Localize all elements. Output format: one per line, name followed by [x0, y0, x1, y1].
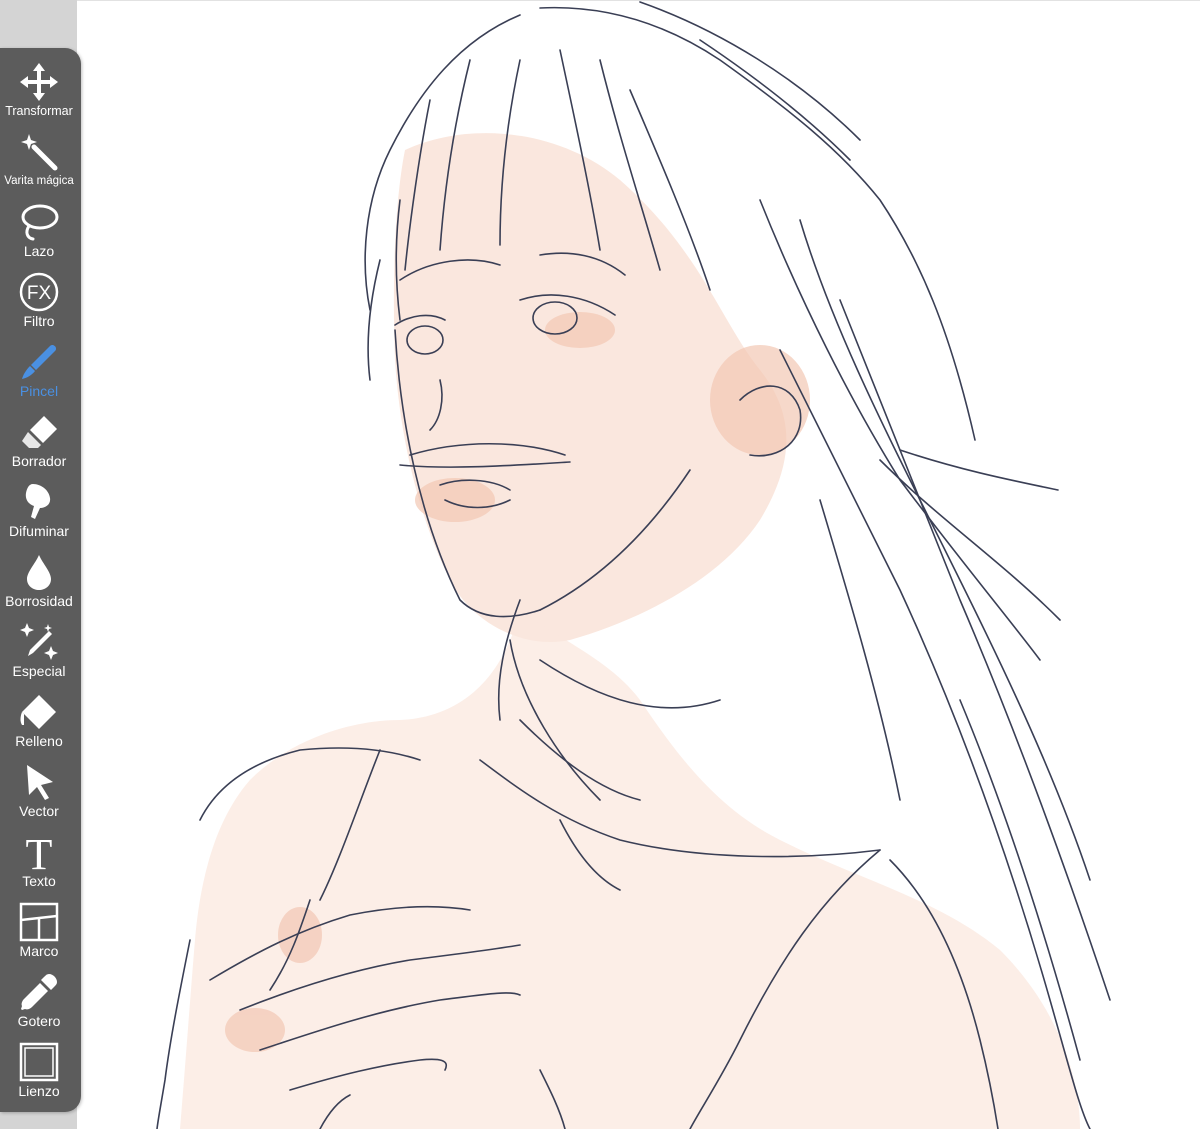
skin-color-wash	[180, 133, 1080, 1129]
artwork	[156, 1, 1111, 1129]
tool-label: Gotero	[17, 1013, 61, 1029]
eyedropper-icon	[21, 974, 57, 1010]
tool-label: Varita mágica	[4, 175, 74, 187]
tool-label: Marco	[19, 943, 59, 959]
tool-borrador[interactable]: Borrador	[0, 404, 78, 474]
tool-especial[interactable]: Especial	[0, 614, 78, 684]
tool-label: Vector	[19, 803, 59, 819]
tool-label: Pincel	[19, 383, 59, 399]
tool-pincel[interactable]: Pincel	[0, 334, 78, 404]
tool-relleno[interactable]: Relleno	[0, 684, 78, 754]
frame-divider-icon	[19, 902, 59, 942]
smudge-finger-icon	[25, 484, 51, 519]
canvas-square-icon	[19, 1042, 59, 1082]
eraser-icon	[22, 416, 57, 448]
blur-drop-icon	[27, 555, 51, 590]
tool-varita-magica[interactable]: Varita mágica	[0, 124, 78, 194]
tool-lazo[interactable]: Lazo	[0, 194, 78, 264]
svg-text:T: T	[26, 832, 53, 872]
painting-app: Transformar Varita mágica Lazo FX Filtro…	[0, 0, 1200, 1129]
tool-label: Lazo	[23, 243, 55, 259]
tool-filtro[interactable]: FX Filtro	[0, 264, 78, 334]
tool-label: Lienzo	[18, 1083, 60, 1099]
tool-marco[interactable]: Marco	[0, 894, 78, 964]
fill-bucket-icon	[20, 695, 56, 729]
tool-label: Borrador	[11, 453, 67, 469]
move-arrows-icon	[20, 63, 58, 101]
tool-label: Especial	[12, 663, 66, 679]
tool-label: Filtro	[23, 313, 55, 329]
svg-text:FX: FX	[27, 283, 52, 304]
text-t-icon: T	[26, 832, 53, 872]
special-pen-sparkle-icon	[20, 623, 58, 660]
tool-texto[interactable]: T Texto	[0, 824, 78, 894]
tool-lienzo[interactable]: Lienzo	[0, 1034, 78, 1104]
brush-icon	[22, 345, 57, 379]
tool-label: Borrosidad	[5, 593, 73, 609]
tool-borrosidad[interactable]: Borrosidad	[0, 544, 78, 614]
tool-label: Difuminar	[9, 523, 69, 539]
tool-transformar[interactable]: Transformar	[0, 54, 78, 124]
tool-vector[interactable]: Vector	[0, 754, 78, 824]
tool-difuminar[interactable]: Difuminar	[0, 474, 78, 544]
magic-wand-icon	[21, 134, 58, 171]
tool-bar: Transformar Varita mágica Lazo FX Filtro…	[0, 48, 81, 1112]
lasso-icon	[21, 204, 59, 241]
tool-gotero[interactable]: Gotero	[0, 964, 78, 1034]
tool-label: Relleno	[15, 733, 63, 749]
tool-label: Texto	[22, 873, 56, 889]
tool-label: Transformar	[5, 104, 73, 118]
fx-filter-icon: FX	[19, 272, 59, 312]
drawing-canvas[interactable]	[77, 1, 1200, 1129]
vector-cursor-icon	[27, 765, 53, 800]
